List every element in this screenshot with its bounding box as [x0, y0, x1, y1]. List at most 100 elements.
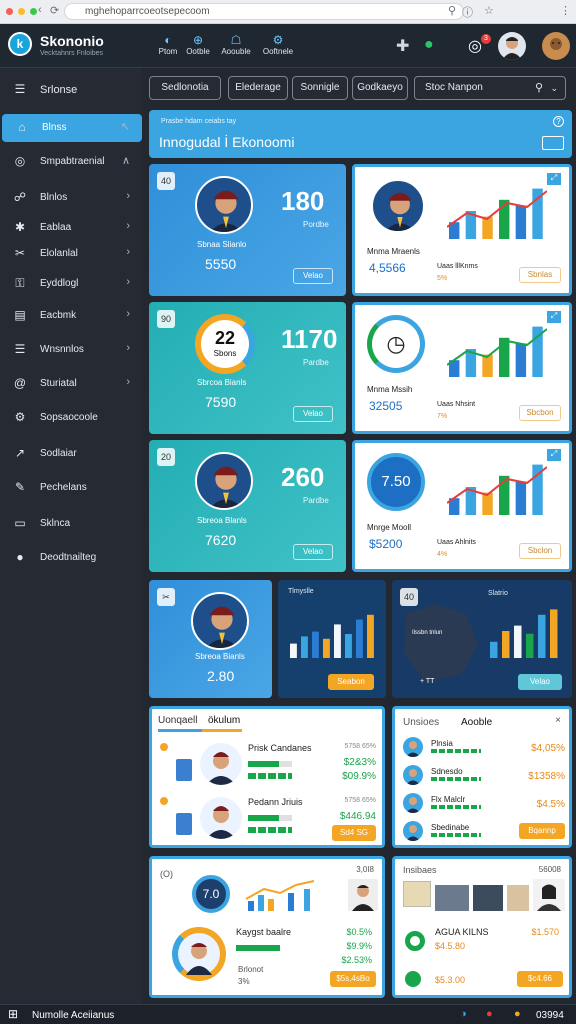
- dashboard-card-8[interactable]: 40 Ilssbn tnlun + TT Slatrio Velao: [392, 580, 572, 698]
- ring-gauge: 7.50: [367, 453, 425, 511]
- action-button[interactable]: $c4.66: [517, 971, 563, 987]
- row-button[interactable]: Bqannp: [519, 823, 565, 839]
- topnav-item-3[interactable]: ⚙ Ooftnele: [258, 34, 298, 57]
- sidebar-item-2[interactable]: ☍ Blnlos ›: [0, 184, 142, 212]
- app-logo[interactable]: k: [8, 32, 32, 56]
- settings-icon[interactable]: ●: [514, 1008, 521, 1020]
- action-button[interactable]: Seabon: [328, 674, 374, 690]
- search-icon[interactable]: ⚲: [535, 77, 543, 99]
- keyboard-icon[interactable]: [542, 136, 564, 150]
- sidebar-item-11[interactable]: ✎ Pechelans: [0, 474, 142, 502]
- dashboard-card-7[interactable]: Tlmyslle Seabon: [278, 580, 386, 698]
- sidebar-header[interactable]: ☰ Srlonse: [0, 76, 142, 104]
- topnav-label: Aoouble: [221, 47, 251, 56]
- reload-icon[interactable]: ⟳: [50, 4, 59, 17]
- list-item[interactable]: Flx Malclr $4.5%: [395, 791, 569, 817]
- list-item[interactable]: Sbedinabe Bqannp: [395, 819, 569, 845]
- filter-button-3[interactable]: Godkaeyo: [352, 76, 408, 100]
- details-button[interactable]: Sbcbon: [519, 405, 561, 421]
- sidebar-item-13[interactable]: ● Deodtnailteg: [0, 544, 142, 572]
- row-value: $2&3%: [343, 757, 376, 768]
- info-icon[interactable]: ⓘ: [462, 4, 473, 20]
- tab-aooble[interactable]: Aooble: [461, 717, 492, 728]
- sidebar-item-9[interactable]: ⚙ Sopsaocoole: [0, 404, 142, 432]
- view-button[interactable]: Velao: [518, 674, 562, 690]
- mini-chart: [245, 880, 315, 911]
- dashboard-card-4[interactable]: 20 260 Pardbe Sbreoa Blanls 7620 Velao: [149, 440, 346, 572]
- filter-button-2[interactable]: Sonnigle: [292, 76, 348, 100]
- sidebar-item-5[interactable]: ⚿ Eyddlogl ›: [0, 270, 142, 298]
- view-button[interactable]: Velao: [293, 544, 333, 560]
- alert-icon[interactable]: ●: [486, 1008, 493, 1020]
- bar-chart: [290, 614, 374, 658]
- ring-gauge: 7.0: [192, 875, 230, 913]
- window-controls[interactable]: [6, 8, 37, 15]
- topnav-item-2[interactable]: ☖ Aoouble: [216, 34, 256, 57]
- sidebar-icon: ▤: [14, 308, 26, 322]
- status-icon[interactable]: ●: [424, 36, 434, 54]
- sidebar-icon: ⚿: [15, 276, 25, 290]
- sidebar-item-1[interactable]: ◎ Smpabtraenial ∧: [0, 148, 142, 176]
- expand-icon[interactable]: ⤢: [547, 449, 561, 461]
- tab-unsioes[interactable]: Unsioes: [403, 717, 439, 728]
- action-button[interactable]: $5s,4sBo: [330, 971, 376, 987]
- row-button[interactable]: Sd4 SG: [332, 825, 376, 841]
- card-name: Mnma Mssih: [367, 385, 413, 394]
- back-icon[interactable]: ‹: [38, 4, 42, 16]
- profile-avatar[interactable]: [542, 32, 570, 60]
- filter-button-1[interactable]: Elederage: [228, 76, 288, 100]
- table-row[interactable]: Prisk Candanes 5758 65% $2&3% $09.9%: [152, 739, 382, 791]
- sidebar-item-8[interactable]: @ Sturiatal ›: [0, 370, 142, 398]
- address-bar[interactable]: mghehoparrcoeotsepecoom: [64, 3, 464, 20]
- close-icon[interactable]: ×: [555, 715, 561, 726]
- sidebar-icon: @: [13, 376, 27, 390]
- details-button[interactable]: Sbnlas: [519, 267, 561, 283]
- dashboard-card-5[interactable]: 7.50 ⤢ Mnrge Mooll $5200 Uaas Ahlnits 4% Sbclo…: [352, 440, 572, 572]
- dashboard-card-3[interactable]: ◷ ⤢ Mnma Mssih 32505 Uaas Nhsint 7% Sbcbon: [352, 302, 572, 434]
- topnav-label: Ptom: [158, 47, 178, 56]
- chevron-down-icon[interactable]: ⌄: [550, 77, 558, 99]
- sidebar-item-12[interactable]: ▭ Sklnca: [0, 510, 142, 538]
- sidebar-item-10[interactable]: ↗ Sodlaiar: [0, 440, 142, 468]
- card-number: $5200: [369, 537, 403, 551]
- menu-icon[interactable]: ⋮: [560, 4, 571, 17]
- filter-button-0[interactable]: Sedlonotia: [149, 76, 221, 100]
- dashboard-card-6[interactable]: ✂ Sbreoa Bianls 2.80: [149, 580, 272, 698]
- dashboard-card-1[interactable]: ⤢ Mnma Mraenls 4,5566 Uaas lllKnms 5% Sbnlas: [352, 164, 572, 296]
- dashboard-card-2[interactable]: 90 22 Sbons 1170 Pardbe Sbrcoa Bianls 7590 Vela…: [149, 302, 346, 434]
- hamburger-icon[interactable]: ☰: [12, 82, 28, 96]
- notification-icon[interactable]: ◎: [468, 36, 482, 56]
- sidebar-item-4[interactable]: ✂ Elolanlal ›: [0, 240, 142, 268]
- chevron-icon: ↖: [120, 121, 130, 133]
- chrome-icon[interactable]: ◑: [460, 1008, 467, 1020]
- progress-bar: [248, 761, 292, 767]
- view-button[interactable]: Velao: [293, 406, 333, 422]
- sidebar-item-7[interactable]: ☰ Wnsnnlos ›: [0, 336, 142, 364]
- list-item[interactable]: Plnsia $4,05%: [395, 735, 569, 761]
- user-avatar[interactable]: [498, 32, 526, 60]
- card-name: Sbrcoa Bianls: [197, 378, 247, 387]
- row-value: $4,05%: [531, 743, 565, 754]
- dashboard-card-0[interactable]: 40 180 Pordbe Sbnaa Slianlo 5550 Velao: [149, 164, 346, 296]
- list-item[interactable]: Sdnesdo $1358%: [395, 763, 569, 789]
- sidebar-icon: ⚙: [14, 410, 26, 424]
- tab-ukulum[interactable]: ökulum: [208, 715, 240, 726]
- tools-icon[interactable]: ✂: [157, 588, 175, 606]
- expand-icon[interactable]: ⤢: [547, 173, 561, 185]
- tab-overview[interactable]: Uonqaell: [158, 715, 197, 726]
- view-button[interactable]: Velao: [293, 268, 333, 284]
- sidebar-item-3[interactable]: ✱ Eablaa ›: [0, 214, 142, 242]
- puzzle-icon[interactable]: ✚: [396, 36, 409, 56]
- expand-icon[interactable]: ⤢: [547, 311, 561, 323]
- grid-icon[interactable]: ⊞: [8, 1007, 18, 1021]
- sidebar-item-0[interactable]: ⌂ Blnss ↖: [2, 114, 142, 142]
- topnav-item-1[interactable]: ⊕ Ootble: [178, 34, 218, 57]
- table-row[interactable]: Pedann Jriuis 5758 65% $446.94 Sd4 SG: [152, 793, 382, 845]
- details-button[interactable]: Sbclon: [519, 543, 561, 559]
- help-icon[interactable]: ?: [553, 116, 564, 127]
- search-icon[interactable]: ⚲: [448, 4, 456, 17]
- sidebar-item-6[interactable]: ▤ Eacbmk ›: [0, 302, 142, 330]
- bookmark-icon[interactable]: ☆: [484, 4, 494, 17]
- search-input[interactable]: Stoc Nanpon ⚲ ⌄: [414, 76, 566, 100]
- ring-value: 22: [214, 328, 236, 348]
